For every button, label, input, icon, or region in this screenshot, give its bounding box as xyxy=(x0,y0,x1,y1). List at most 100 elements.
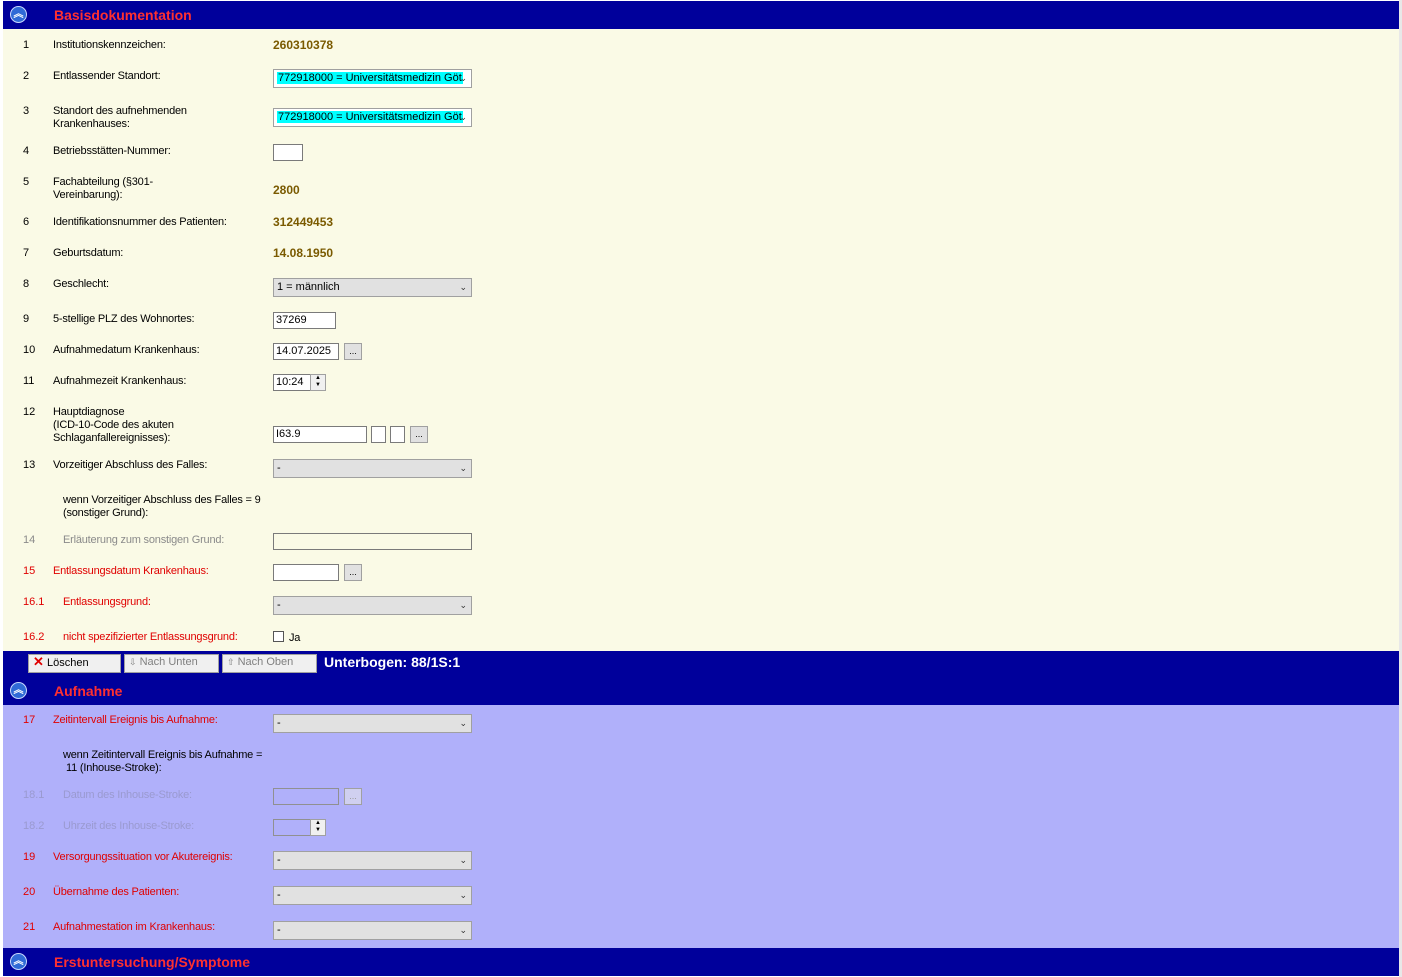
entlassungsdatum-picker-button[interactable]: ... xyxy=(344,564,362,581)
geburtsdatum-value: 14.08.1950 xyxy=(273,246,334,260)
zeitintervall-select[interactable]: - ⌄ xyxy=(273,714,472,733)
delete-button[interactable]: ✕ Löschen xyxy=(28,654,121,673)
chevron-down-icon: ⌄ xyxy=(459,600,467,610)
row-number: 17 xyxy=(23,714,36,726)
collapse-icon[interactable]: ︽ xyxy=(10,682,27,699)
plz-input[interactable]: 37269 xyxy=(273,312,336,329)
vorzeitiger-abschluss-select[interactable]: - ⌄ xyxy=(273,459,472,478)
aufnahmedatum-label: Aufnahmedatum Krankenhaus: xyxy=(53,344,200,356)
standort-aufnehmend-select[interactable]: 772918000 = Universitätsmedizin Göt ⌄ xyxy=(273,108,472,127)
datum-inhouse-input[interactable] xyxy=(273,788,339,805)
nicht-spezifiziert-checkbox[interactable] xyxy=(273,631,284,642)
versorgungssituation-label: Versorgungssituation vor Akutereignis: xyxy=(53,851,233,863)
standort-aufnehmend-label: Standort des aufnehmenden Krankenhauses: xyxy=(53,105,187,130)
entlassender-standort-select[interactable]: 772918000 = Universitätsmedizin Göt ⌄ xyxy=(273,69,472,88)
selected-value: - xyxy=(277,717,281,729)
zeitintervall-label: Zeitintervall Ereignis bis Aufnahme: xyxy=(53,714,218,726)
row-number: 14 xyxy=(23,534,36,546)
condition-note-line2: (sonstiger Grund): xyxy=(63,507,149,519)
vorzeitiger-abschluss-label: Vorzeitiger Abschluss des Falles: xyxy=(53,459,208,471)
row-number: 15 xyxy=(23,565,36,577)
hauptdiagnose-input[interactable]: I63.9 xyxy=(273,426,367,443)
row-number: 13 xyxy=(23,459,36,471)
aufnahmedatum-input[interactable]: 14.07.2025 xyxy=(273,343,339,360)
selected-value: - xyxy=(277,889,281,901)
betriebsstaetten-nummer-input[interactable] xyxy=(273,144,303,161)
chevron-down-icon: ⌄ xyxy=(459,282,467,292)
institutionskennzeichen-label: Institutionskennzeichen: xyxy=(53,39,166,51)
plz-label: 5-stellige PLZ des Wohnortes: xyxy=(53,313,195,325)
collapse-icon[interactable]: ︽ xyxy=(10,6,27,23)
erlaeuterung-label: Erläuterung zum sonstigen Grund: xyxy=(63,534,225,546)
entlassungsgrund-label: Entlassungsgrund: xyxy=(63,596,151,608)
row-number: 7 xyxy=(23,247,30,259)
row-number: 8 xyxy=(23,278,30,290)
geschlecht-select[interactable]: 1 = männlich ⌄ xyxy=(273,278,472,297)
subform-toolbar: ✕ Löschen ⇩ Nach Unten ⇧ Nach Oben Unter… xyxy=(3,651,1399,705)
uhrzeit-inhouse-input[interactable] xyxy=(273,819,311,836)
row-number: 5 xyxy=(23,176,30,188)
move-down-label: Nach Unten xyxy=(139,656,198,668)
hauptdiagnose-label-line3: Schlaganfallereignisses): xyxy=(53,432,171,444)
red-x-icon: ✕ xyxy=(33,654,44,669)
selected-value: 772918000 = Universitätsmedizin Göt xyxy=(277,111,463,123)
versorgungssituation-select[interactable]: - ⌄ xyxy=(273,851,472,870)
aufnahmestation-label: Aufnahmestation im Krankenhaus: xyxy=(53,921,215,933)
chevron-down-icon: ⌄ xyxy=(459,855,467,865)
uebernahme-select[interactable]: - ⌄ xyxy=(273,886,472,905)
selected-value: - xyxy=(277,854,281,866)
chevron-down-icon: ⌄ xyxy=(459,925,467,935)
aufnahmezeit-spinner[interactable]: ▲ ▼ xyxy=(310,374,326,391)
uhrzeit-inhouse-label: Uhrzeit des Inhouse-Stroke: xyxy=(63,820,194,832)
row-number: 11 xyxy=(23,375,35,387)
fachabteilung-label: Fachabteilung (§301-Vereinbarung): xyxy=(53,176,153,201)
row-number: 10 xyxy=(23,344,36,356)
row-number: 18.2 xyxy=(23,820,45,832)
row-number: 19 xyxy=(23,851,36,863)
chevron-down-icon: ⌄ xyxy=(459,890,467,900)
patient-id-label: Identifikationsnummer des Patienten: xyxy=(53,216,227,228)
selected-value: 772918000 = Universitätsmedizin Göt xyxy=(277,72,463,84)
move-up-button[interactable]: ⇧ Nach Oben xyxy=(222,654,317,673)
aufnahmezeit-input[interactable]: 10:24 xyxy=(273,374,311,391)
row-number: 16.2 xyxy=(23,631,45,643)
section-title-aufnahme: Aufnahme xyxy=(54,683,123,699)
fachabteilung-value: 2800 xyxy=(273,183,300,197)
move-up-label: Nach Oben xyxy=(237,656,294,668)
erlaeuterung-input[interactable] xyxy=(273,533,472,550)
datum-inhouse-label: Datum des Inhouse-Stroke: xyxy=(63,789,192,801)
row-number: 2 xyxy=(23,70,30,82)
chevron-down-icon: ⌄ xyxy=(459,112,467,122)
section-header-basisdokumentation: ︽ Basisdokumentation xyxy=(3,1,1399,29)
uhrzeit-inhouse-spinner[interactable]: ▲ ▼ xyxy=(310,819,326,836)
move-down-button[interactable]: ⇩ Nach Unten xyxy=(124,654,219,673)
aufnahmestation-select[interactable]: - ⌄ xyxy=(273,921,472,940)
row-number: 16.1 xyxy=(23,596,45,608)
subform-info: Unterbogen: 88/1S:1 xyxy=(324,654,461,670)
arrow-up-icon: ⇧ xyxy=(227,657,235,667)
entlassender-standort-label: Entlassender Standort: xyxy=(53,70,161,82)
entlassungsgrund-select[interactable]: - ⌄ xyxy=(273,596,472,615)
entlassungsdatum-input[interactable] xyxy=(273,564,339,581)
selected-value: - xyxy=(277,599,281,611)
hauptdiagnose-lookup-button[interactable]: ... xyxy=(410,426,428,443)
hauptdiagnose-extra-field-1[interactable] xyxy=(371,426,386,443)
geschlecht-label: Geschlecht: xyxy=(53,278,109,290)
collapse-icon[interactable]: ︽ xyxy=(10,953,27,970)
patient-id-value: 312449453 xyxy=(273,215,334,229)
checkbox-label: Ja xyxy=(289,632,301,644)
delete-label: Löschen xyxy=(46,657,89,669)
row-number: 4 xyxy=(23,145,30,157)
hauptdiagnose-extra-field-2[interactable] xyxy=(390,426,405,443)
chevron-down-icon: ⌄ xyxy=(459,718,467,728)
row-number: 12 xyxy=(23,406,36,418)
aufnahmezeit-label: Aufnahmezeit Krankenhaus: xyxy=(53,375,187,387)
datum-inhouse-picker-button[interactable]: ... xyxy=(344,788,362,805)
selected-value: - xyxy=(277,462,281,474)
condition-note-line1: wenn Zeitintervall Ereignis bis Aufnahme… xyxy=(63,749,263,761)
aufnahmedatum-picker-button[interactable]: ... xyxy=(344,343,362,360)
panel-aufnahme xyxy=(3,705,1399,948)
hauptdiagnose-label-line1: Hauptdiagnose xyxy=(53,406,125,418)
selected-value: - xyxy=(277,924,281,936)
chevron-down-icon: ⌄ xyxy=(459,463,467,473)
